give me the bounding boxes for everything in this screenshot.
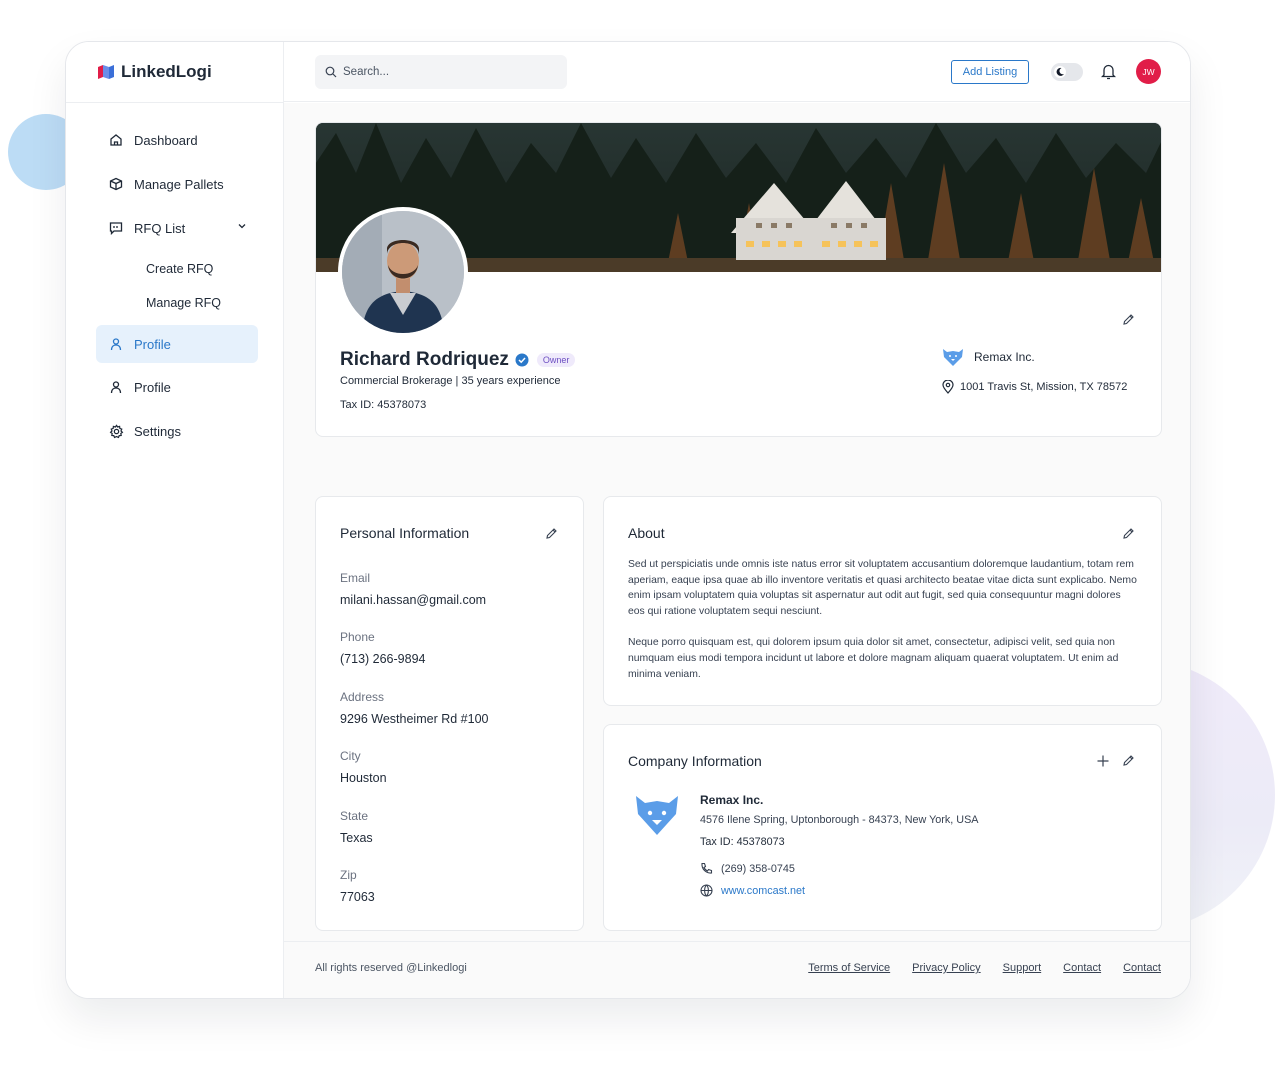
zip-value: 77063 — [340, 890, 375, 904]
edit-about-pencil-icon[interactable] — [1122, 527, 1135, 540]
profile-address: 1001 Travis St, Mission, TX 78572 — [942, 380, 1127, 394]
company-address: 4576 Ilene Spring, Uptonborough - 84373,… — [700, 814, 979, 826]
about-card: About Sed ut perspiciatis unde omnis ist… — [603, 496, 1162, 706]
zip-label: Zip — [340, 868, 357, 882]
search-placeholder: Search... — [343, 66, 390, 78]
footer-link-contact[interactable]: Contact — [1123, 962, 1161, 974]
company-tax-id: Tax ID: 45378073 — [700, 836, 785, 848]
profile-name: Richard Rodriquez — [340, 349, 509, 370]
home-icon — [108, 132, 124, 148]
profile-tax-id: Tax ID: 45378073 — [340, 399, 426, 411]
tax-value: 45378073 — [736, 836, 785, 848]
sidebar-item-label: Manage Pallets — [134, 176, 224, 192]
tax-label: Tax ID: — [340, 399, 375, 411]
user-avatar[interactable]: JW — [1136, 59, 1161, 84]
main-content: Richard Rodriquez Owner Commercial Broke… — [284, 103, 1190, 998]
profile-name-row: Richard Rodriquez Owner — [340, 349, 576, 371]
footer-link-support[interactable]: Support — [1003, 962, 1042, 974]
owner-badge: Owner — [536, 353, 576, 367]
address-label: Address — [340, 690, 385, 704]
sidebar-item-label: Profile — [134, 379, 171, 395]
profile-photo — [338, 207, 468, 337]
gear-icon — [108, 423, 124, 439]
company-information-title: Company Information — [628, 753, 762, 769]
company-name: Remax Inc. — [700, 793, 764, 807]
logo-text: LinkedLogi — [121, 62, 212, 81]
edit-profile-pencil-icon[interactable] — [1122, 313, 1135, 326]
footer-links: Terms of Service Privacy Policy Support … — [808, 962, 1161, 974]
add-listing-button[interactable]: Add Listing — [951, 60, 1029, 84]
sidebar-item-label: Profile — [134, 336, 171, 352]
footer-link-privacy[interactable]: Privacy Policy — [912, 962, 980, 974]
profile-subtitle: Commercial Brokerage | 35 years experien… — [340, 375, 561, 387]
sidebar-item-manage-rfq[interactable]: Manage RFQ — [146, 296, 221, 310]
about-text: Sed ut perspiciatis unde omnis iste natu… — [628, 557, 1138, 682]
company-phone: (269) 358-0745 — [700, 862, 795, 875]
footer-link-contact[interactable]: Contact — [1063, 962, 1101, 974]
moon-icon — [1054, 66, 1066, 78]
city-label: City — [340, 749, 361, 763]
user-icon — [108, 379, 124, 395]
profile-company: Remax Inc. — [942, 347, 1035, 367]
sidebar-item-label: Settings — [134, 423, 181, 439]
sidebar-divider — [66, 102, 284, 103]
state-value: Texas — [340, 831, 373, 845]
top-bar: Search... Add Listing JW — [284, 42, 1190, 102]
phone-value: (713) 266-9894 — [340, 652, 426, 666]
edit-company-pencil-icon[interactable] — [1122, 754, 1135, 767]
quote-icon — [108, 220, 124, 236]
address-value: 9296 Westheimer Rd #100 — [340, 712, 489, 726]
profile-company-name: Remax Inc. — [974, 350, 1035, 364]
profile-card: Richard Rodriquez Owner Commercial Broke… — [315, 122, 1162, 437]
footer-copyright: All rights reserved @Linkedlogi — [315, 962, 467, 974]
search-icon — [325, 66, 337, 78]
logo-icon — [98, 65, 114, 79]
sidebar-item-manage-pallets[interactable]: Manage Pallets — [96, 165, 258, 203]
tax-value: 45378073 — [377, 399, 427, 411]
about-paragraph: Sed ut perspiciatis unde omnis iste natu… — [628, 559, 1137, 618]
location-pin-icon — [942, 380, 954, 394]
app-window: LinkedLogi Dashboard Manage Pallets RFQ … — [65, 41, 1191, 999]
email-label: Email — [340, 571, 371, 585]
search-input[interactable]: Search... — [315, 55, 567, 89]
phone-icon — [701, 862, 713, 874]
email-value: milani.hassan@gmail.com — [340, 593, 487, 607]
bear-logo-icon — [636, 796, 678, 835]
state-label: State — [340, 809, 369, 823]
tax-label: Tax ID: — [700, 836, 734, 848]
company-phone-text: (269) 358-0745 — [721, 862, 795, 875]
city-value: Houston — [340, 771, 387, 785]
add-company-plus-icon[interactable] — [1096, 754, 1110, 768]
company-website-link[interactable]: www.comcast.net — [721, 885, 805, 897]
box-icon — [108, 176, 124, 192]
sidebar-item-rfq-list[interactable]: RFQ List — [96, 209, 258, 247]
phone-label: Phone — [340, 630, 375, 644]
edit-personal-info-pencil-icon[interactable] — [545, 527, 558, 540]
sidebar-item-profile-active[interactable]: Profile — [96, 325, 258, 363]
globe-icon — [700, 884, 713, 897]
verified-icon — [515, 353, 529, 367]
company-information-card: Company Information Remax Inc. 4576 Ilen… — [603, 724, 1162, 931]
sidebar-item-profile[interactable]: Profile — [96, 368, 258, 406]
footer: All rights reserved @Linkedlogi Terms of… — [284, 941, 1190, 998]
bell-icon[interactable] — [1101, 63, 1116, 80]
about-title: About — [628, 525, 665, 541]
bear-logo-icon — [943, 349, 963, 366]
chevron-down-icon[interactable] — [236, 220, 248, 232]
profile-address-text: 1001 Travis St, Mission, TX 78572 — [960, 381, 1128, 393]
user-icon — [108, 336, 124, 352]
sidebar-item-create-rfq[interactable]: Create RFQ — [146, 262, 213, 276]
theme-toggle[interactable] — [1051, 63, 1083, 81]
sidebar-item-label: Dashboard — [134, 132, 198, 148]
about-paragraph: Neque porro quisquam est, qui dolorem ip… — [628, 637, 1119, 680]
company-website[interactable]: www.comcast.net — [700, 884, 805, 897]
personal-information-card: Personal Information Email milani.hassan… — [315, 496, 584, 931]
personal-information-title: Personal Information — [340, 525, 470, 541]
sidebar-item-dashboard[interactable]: Dashboard — [96, 121, 258, 159]
sidebar-item-label: RFQ List — [134, 220, 186, 236]
sidebar: LinkedLogi Dashboard Manage Pallets RFQ … — [66, 42, 284, 998]
sidebar-item-settings[interactable]: Settings — [96, 412, 258, 450]
logo[interactable]: LinkedLogi — [97, 62, 212, 82]
footer-link-terms[interactable]: Terms of Service — [808, 962, 890, 974]
